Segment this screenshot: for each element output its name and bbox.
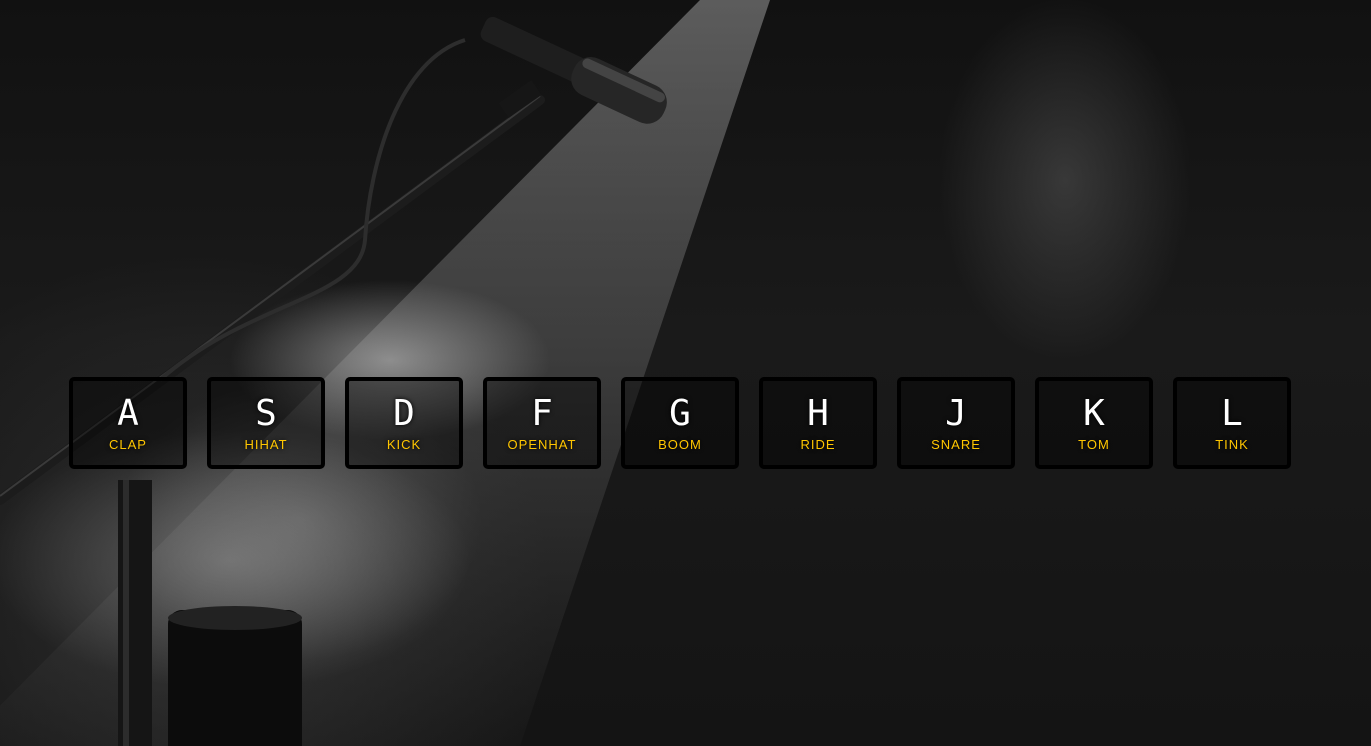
- key-letter: D: [393, 392, 415, 434]
- drum-key-a[interactable]: A CLAP: [69, 377, 187, 469]
- drum-kit-page: A CLAP S HIHAT D KICK F OPENHAT G BOOM H…: [0, 0, 1371, 746]
- key-sound-label: RIDE: [800, 436, 836, 452]
- key-letter: J: [945, 392, 967, 434]
- drum-key-l[interactable]: L TINK: [1173, 377, 1291, 469]
- drum-key-d[interactable]: D KICK: [345, 377, 463, 469]
- key-letter: K: [1083, 392, 1105, 434]
- key-sound-label: BOOM: [658, 436, 702, 452]
- drum-key-g[interactable]: G BOOM: [621, 377, 739, 469]
- drum-key-k[interactable]: K TOM: [1035, 377, 1153, 469]
- key-letter: G: [669, 392, 691, 434]
- key-sound-label: CLAP: [109, 436, 147, 452]
- drum-key-j[interactable]: J SNARE: [897, 377, 1015, 469]
- key-sound-label: OPENHAT: [507, 436, 577, 452]
- key-letter: H: [807, 392, 829, 434]
- drum-key-h[interactable]: H RIDE: [759, 377, 877, 469]
- background-photo: [0, 0, 770, 746]
- key-letter: F: [531, 392, 553, 434]
- key-sound-label: KICK: [386, 436, 422, 452]
- key-sound-label: HIHAT: [244, 436, 288, 452]
- key-sound-label: TINK: [1215, 436, 1249, 452]
- drum-key-s[interactable]: S HIHAT: [207, 377, 325, 469]
- drum-key-f[interactable]: F OPENHAT: [483, 377, 601, 469]
- drum-keys: A CLAP S HIHAT D KICK F OPENHAT G BOOM H…: [69, 377, 1291, 469]
- key-sound-label: TOM: [1078, 436, 1110, 452]
- key-sound-label: SNARE: [931, 436, 981, 452]
- key-letter: S: [255, 392, 277, 434]
- mic-base: [168, 610, 302, 746]
- key-letter: L: [1221, 392, 1243, 434]
- key-letter: A: [117, 392, 139, 434]
